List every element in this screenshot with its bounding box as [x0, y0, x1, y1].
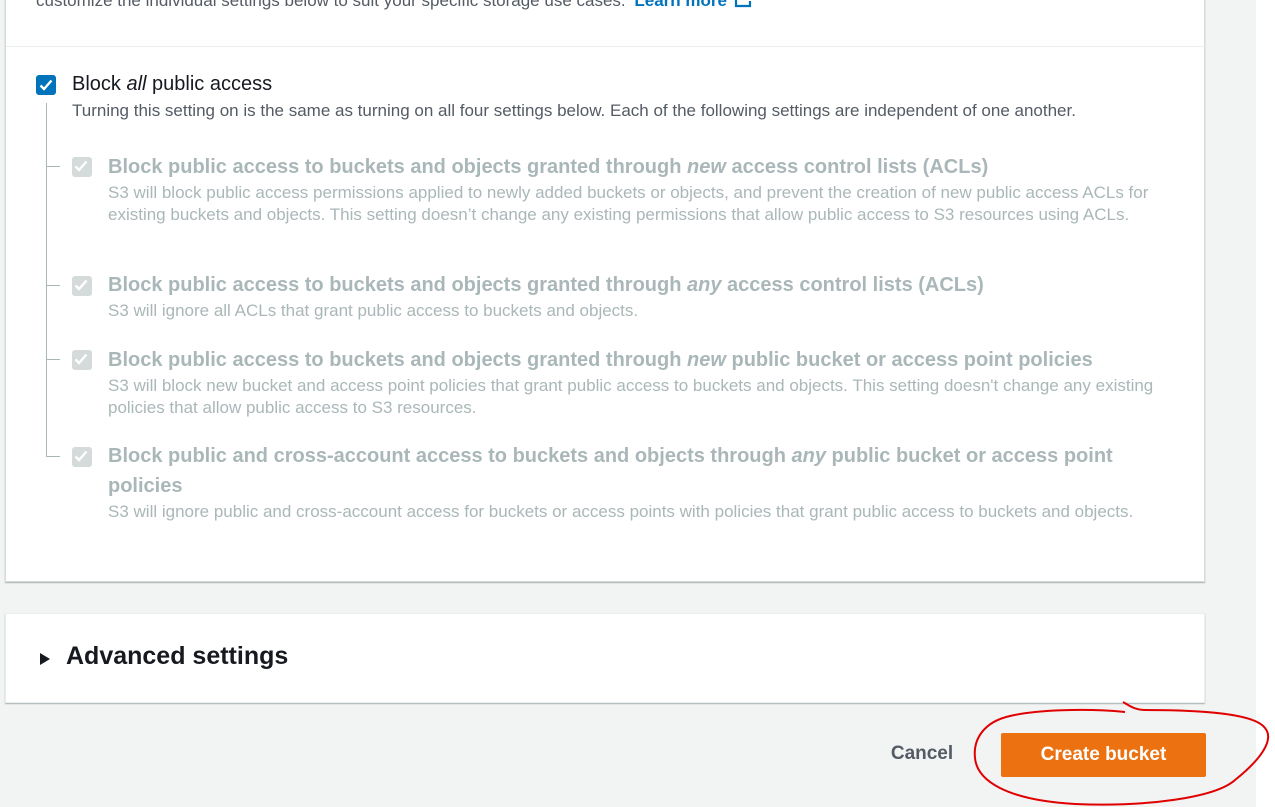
setting-title-emphasis: any: [791, 445, 826, 467]
block-all-description: Turning this setting on is the same as t…: [72, 101, 1076, 120]
block-all-label-emphasis: all: [126, 73, 147, 95]
caret-right-icon: [39, 652, 51, 671]
setting-title-emphasis: any: [687, 274, 722, 296]
tree-branch: [46, 166, 60, 167]
external-link-icon: [733, 0, 753, 14]
intro-text-line: customize the individual settings below …: [36, 0, 753, 14]
setting-title-prefix: Block public and cross-account access to…: [108, 445, 792, 467]
cancel-button[interactable]: Cancel: [872, 734, 972, 774]
setting-new-policies-description: S3 will block new bucket and access poin…: [108, 376, 1154, 417]
setting-cross-account-title: Block public and cross-account access to…: [108, 441, 1168, 501]
settings-tree-line: [46, 103, 47, 456]
block-all-label-suffix: public access: [146, 73, 273, 95]
scrollbar-track[interactable]: [1256, 0, 1275, 807]
setting-any-acls-checkbox[interactable]: [72, 276, 92, 296]
checkmark-icon: [74, 353, 88, 365]
block-all-label[interactable]: Block all public access: [72, 73, 272, 96]
setting-title-suffix: public bucket or access point policies: [725, 349, 1093, 371]
setting-any-acls-title: Block public access to buckets and objec…: [108, 270, 1168, 300]
checkmark-icon: [74, 279, 88, 291]
setting-title-emphasis: new: [687, 156, 726, 178]
setting-title-suffix: access control lists (ACLs): [721, 274, 984, 296]
setting-cross-account-description: S3 will ignore public and cross-account …: [108, 502, 1134, 521]
tree-branch: [46, 359, 60, 360]
advanced-settings-expander[interactable]: Advanced settings: [5, 613, 1205, 703]
checkmark-icon: [74, 160, 88, 172]
block-all-label-prefix: Block: [72, 73, 127, 95]
setting-new-acls-description: S3 will block public access permissions …: [108, 183, 1149, 224]
setting-title-prefix: Block public access to buckets and objec…: [108, 156, 688, 178]
setting-cross-account-checkbox[interactable]: [72, 447, 92, 467]
setting-title-prefix: Block public access to buckets and objec…: [108, 349, 688, 371]
setting-title-suffix: access control lists (ACLs): [725, 156, 989, 178]
setting-new-policies-title: Block public access to buckets and objec…: [108, 345, 1168, 375]
setting-title-prefix: Block public access to buckets and objec…: [108, 274, 688, 296]
setting-new-acls-title: Block public access to buckets and objec…: [108, 152, 1168, 182]
setting-new-acls-checkbox[interactable]: [72, 157, 92, 177]
setting-any-acls-description: S3 will ignore all ACLs that grant publi…: [108, 301, 639, 320]
checkmark-icon: [74, 450, 88, 462]
intro-text: customize the individual settings below …: [36, 0, 626, 10]
setting-title-emphasis: new: [687, 349, 726, 371]
block-all-checkbox[interactable]: [36, 75, 56, 95]
setting-new-policies-checkbox[interactable]: [72, 350, 92, 370]
learn-more-label: Learn more: [634, 0, 727, 10]
tree-branch: [46, 456, 60, 457]
section-divider: [6, 46, 1205, 47]
create-bucket-button[interactable]: Create bucket: [1001, 733, 1206, 777]
tree-branch: [46, 285, 60, 286]
checkmark-icon: [39, 79, 53, 91]
advanced-settings-label: Advanced settings: [66, 642, 289, 670]
learn-more-link[interactable]: Learn more: [634, 0, 753, 10]
